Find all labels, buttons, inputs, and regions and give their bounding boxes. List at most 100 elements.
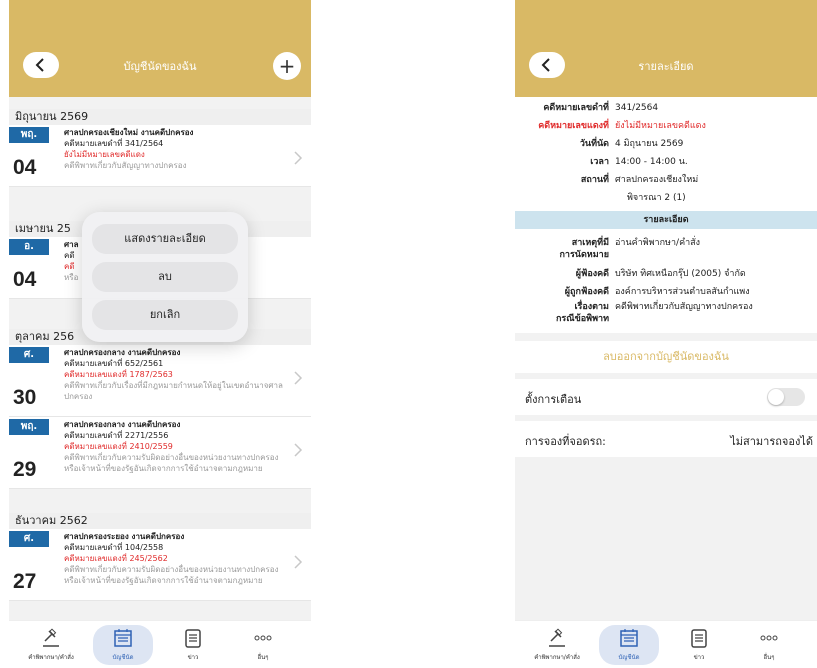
tab-judgments[interactable]: คำพิพากษา/คำสั่ง <box>21 625 81 665</box>
gavel-icon <box>549 628 565 647</box>
chevron-left-icon <box>35 58 44 72</box>
remove-from-list-button[interactable]: ลบออกจากบัญชีนัดของฉัน <box>515 341 817 373</box>
appointment-item[interactable]: ศ. 30 ศาลปกครองกลาง งานคดีปกครอง คดีหมาย… <box>9 345 311 417</box>
reason-label-2: การนัดหมาย <box>559 250 609 260</box>
tab-label: อื่นๆ <box>763 654 775 661</box>
top-bar: รายละเอียด <box>515 0 817 97</box>
tab-appointments[interactable]: บัญชีนัด <box>599 625 659 665</box>
parking-label: การจองที่จอดรถ: <box>525 435 606 448</box>
tab-judgments[interactable]: คำพิพากษา/คำสั่ง <box>527 625 587 665</box>
top-bar: บัญชีนัดของฉัน + <box>9 0 311 97</box>
more-icon <box>760 635 778 641</box>
case-description: คดีพิพาทเกี่ยวกับความรับผิดอย่างอื่นของห… <box>64 453 279 473</box>
matter-label-2: กรณีข้อพิพาท <box>555 314 609 324</box>
court-name: ศาลปกครองเชียงใหม่ งานคดีปกครอง <box>64 128 194 137</box>
parking-value: ไม่สามารถจองได้ <box>730 435 813 448</box>
red-case-number: คดีหมายเลขแดงที่ 245/2562 <box>64 554 168 563</box>
court-name: ศาลปกครองระยอง งานคดีปกครอง <box>64 532 185 541</box>
alert-label: ตั้งการเตือน <box>525 393 582 406</box>
case-info: คดีหมายเลขดำที่ 341/2564 คดีหมายเลขแดงที่… <box>515 97 817 211</box>
black-case-number: คดีหมายเลขดำที่ 2271/2556 <box>64 431 169 440</box>
red-case-number: ยังไม่มีหมายเลขคดีแดง <box>64 150 145 159</box>
matter-label: เรื่องตาม <box>574 302 609 312</box>
black-case-value: 341/2564 <box>615 103 659 113</box>
reason-label: สาเหตุที่มี <box>571 238 609 248</box>
red-case-number: คดีหมายเลขแดงที่ 1787/2563 <box>64 370 173 379</box>
court-name: ศาลปกครองกลาง งานคดีปกครอง <box>64 348 181 357</box>
chevron-right-icon <box>294 371 303 385</box>
appointment-list: มิถุนายน 2569 พฤ. 04 ศาลปกครองเชียงใหม่ … <box>9 97 311 620</box>
reason-value: อ่านคำพิพากษา/คำสั่ง <box>615 238 701 248</box>
calendar-icon <box>620 629 638 647</box>
appointment-list-screen: บัญชีนัดของฉัน + มิถุนายน 2569 พฤ. 04 ศา… <box>9 0 311 668</box>
red-case-label: คดีหมายเลขแดงที่ <box>538 121 609 131</box>
weekday-badge: พฤ. <box>9 419 49 435</box>
appointment-item[interactable]: พฤ. 04 ศาลปกครองเชียงใหม่ งานคดีปกครอง ค… <box>9 125 311 187</box>
place-label: สถานที่ <box>580 175 609 185</box>
action-popup: แสดงรายละเอียด ลบ ยกเลิก <box>82 212 248 342</box>
alert-toggle[interactable] <box>767 388 805 406</box>
tab-label: ข่าว <box>187 654 199 661</box>
month-header: มิถุนายน 2569 <box>9 109 311 125</box>
tab-news[interactable]: ข่าว <box>669 625 729 665</box>
tab-appointments[interactable]: บัญชีนัด <box>93 625 153 665</box>
case-description: คดีพิพาทเกี่ยวกับสัญญาทางปกครอง <box>64 161 187 170</box>
alert-setting: ตั้งการเตือน <box>515 379 817 415</box>
weekday-badge: ศ. <box>9 347 49 363</box>
weekday-badge: อ. <box>9 239 49 255</box>
time-label: เวลา <box>590 157 609 167</box>
cancel-button[interactable]: ยกเลิก <box>92 300 238 330</box>
red-case-value: ยังไม่มีหมายเลขคดีแดง <box>615 121 706 131</box>
show-detail-button[interactable]: แสดงรายละเอียด <box>92 224 238 254</box>
case-detail: สาเหตุที่มีการนัดหมาย อ่านคำพิพากษา/คำสั… <box>515 229 817 333</box>
tab-more[interactable]: อื่นๆ <box>233 625 293 665</box>
appointment-item[interactable]: ศ. 27 ศาลปกครองระยอง งานคดีปกครอง คดีหมา… <box>9 529 311 601</box>
chevron-right-icon <box>294 443 303 457</box>
day-number: 30 <box>13 386 37 409</box>
room-value: พิจารณา 2 (1) <box>627 193 686 203</box>
back-button[interactable] <box>23 52 59 78</box>
place-value: ศาลปกครองเชียงใหม่ <box>615 175 699 185</box>
calendar-icon <box>114 629 132 647</box>
tab-label: คำพิพากษา/คำสั่ง <box>534 654 580 661</box>
plaintiff-value: บริษัท ทิศเหนือกรุ๊ป (2005) จำกัด <box>615 269 746 279</box>
case-description: คดีพิพาทเกี่ยวกับความรับผิดอย่างอื่นของห… <box>64 565 279 585</box>
tab-label: บัญชีนัด <box>618 654 640 661</box>
defendant-label: ผู้ถูกฟ้องคดี <box>564 287 609 297</box>
matter-value: คดีพิพาทเกี่ยวกับสัญญาทางปกครอง <box>615 302 753 312</box>
add-appointment-button[interactable]: + <box>273 52 301 80</box>
month-header: ธันวาคม 2562 <box>9 513 311 529</box>
detail-content: คดีหมายเลขดำที่ 341/2564 คดีหมายเลขแดงที่… <box>515 97 817 620</box>
chevron-right-icon <box>294 151 303 165</box>
weekday-badge: พฤ. <box>9 127 49 143</box>
tab-more[interactable]: อื่นๆ <box>739 625 799 665</box>
tab-label: คำพิพากษา/คำสั่ง <box>28 654 74 661</box>
section-header: รายละเอียด <box>515 211 817 229</box>
defendant-value: องค์การบริหารส่วนตำบลสันกำแพง <box>615 287 750 297</box>
tab-news[interactable]: ข่าว <box>163 625 223 665</box>
parking-setting: การจองที่จอดรถ: ไม่สามารถจองได้ <box>515 421 817 457</box>
appointment-detail-screen: รายละเอียด คดีหมายเลขดำที่ 341/2564 คดีหม… <box>515 0 817 668</box>
back-button[interactable] <box>529 52 565 78</box>
plaintiff-label: ผู้ฟ้องคดี <box>575 269 609 279</box>
day-number: 04 <box>13 156 37 179</box>
news-icon <box>691 629 707 648</box>
tab-label: บัญชีนัด <box>112 654 134 661</box>
tab-bar: คำพิพากษา/คำสั่ง บัญชีนัด ข่าว อื่นๆ <box>515 620 817 668</box>
page-title: บัญชีนัดของฉัน <box>123 60 197 73</box>
appointment-item[interactable]: พฤ. 29 ศาลปกครองกลาง งานคดีปกครอง คดีหมา… <box>9 417 311 489</box>
black-case-number: คดีหมายเลขดำที่ 104/2558 <box>64 543 164 552</box>
tab-label: ข่าว <box>693 654 705 661</box>
gavel-icon <box>43 628 59 647</box>
time-value: 14:00 - 14:00 น. <box>615 157 688 167</box>
black-case-label: คดีหมายเลขดำที่ <box>543 103 609 113</box>
court-name: ศาลปกครองกลาง งานคดีปกครอง <box>64 420 181 429</box>
delete-button[interactable]: ลบ <box>92 262 238 292</box>
tab-bar: คำพิพากษา/คำสั่ง บัญชีนัด ข่าว อื่นๆ <box>9 620 311 668</box>
black-case-number: คดีหมายเลขดำที่ 341/2564 <box>64 139 164 148</box>
date-label: วันที่นัด <box>579 139 609 149</box>
page-title: รายละเอียด <box>638 60 694 73</box>
case-description: คดีพิพาทเกี่ยวกับเรื่องที่มีกฎหมายกำหนดใ… <box>64 381 283 401</box>
tab-label: อื่นๆ <box>257 654 269 661</box>
day-number: 04 <box>13 268 37 291</box>
